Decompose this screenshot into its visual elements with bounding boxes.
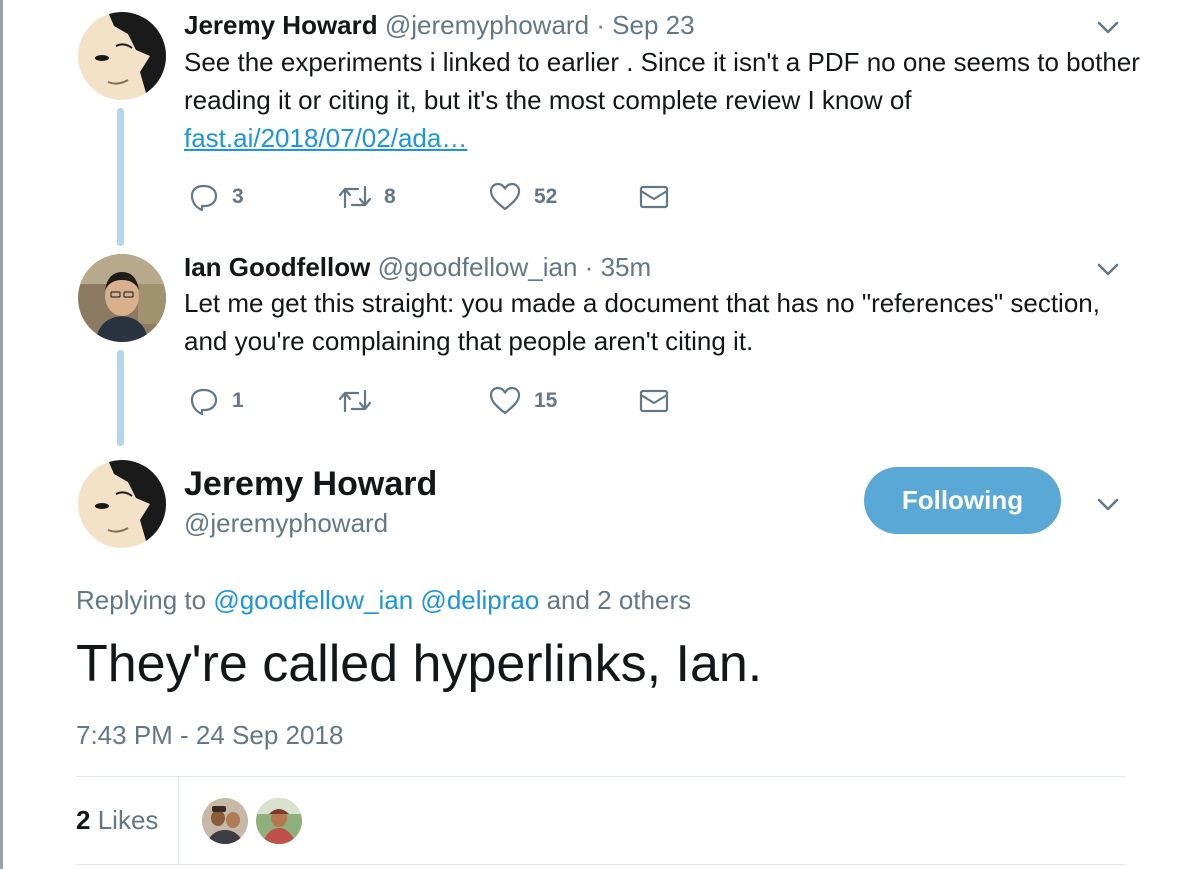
reply-icon	[190, 388, 218, 416]
tweet-text: Let me get this straight: you made a doc…	[184, 284, 1144, 360]
author-name[interactable]: Jeremy Howard	[184, 10, 378, 40]
main-tweet-text: They're called hyperlinks, Ian.	[76, 635, 763, 693]
main-author-name[interactable]: Jeremy Howard	[184, 465, 437, 504]
likes-label: Likes	[97, 805, 159, 835]
author-name[interactable]: Ian Goodfellow	[184, 252, 370, 282]
tweet-timestamp[interactable]: 7:43 PM - 24 Sep 2018	[76, 720, 343, 751]
tweet-actions: 3 8 52	[188, 180, 688, 214]
retweet-button[interactable]: 8	[338, 180, 396, 214]
tweet-actions: 1 15	[188, 384, 688, 418]
author-handle[interactable]: @jeremyphoward	[385, 10, 589, 40]
tweet-link[interactable]: fast.ai/2018/07/02/ada…	[184, 123, 467, 153]
reply-count: 3	[232, 185, 244, 208]
thread-connector	[117, 350, 124, 446]
retweet-icon	[338, 185, 372, 209]
avatar[interactable]	[78, 460, 166, 548]
mention-link[interactable]: @goodfellow_ian	[213, 585, 413, 615]
likes-count: 2	[76, 805, 91, 835]
divider	[178, 777, 179, 863]
tweet-body: See the experiments i linked to earlier …	[184, 47, 1140, 115]
tweet-body: Let me get this straight: you made a doc…	[184, 288, 1100, 356]
reply-button[interactable]: 3	[188, 180, 244, 214]
tweet-time[interactable]: 35m	[601, 252, 652, 282]
like-button[interactable]: 15	[488, 384, 557, 418]
author-handle[interactable]: @goodfellow_ian	[378, 252, 578, 282]
chevron-down-icon[interactable]	[1096, 20, 1120, 36]
following-button[interactable]: Following	[864, 467, 1061, 534]
like-button[interactable]: 52	[488, 180, 557, 214]
retweet-count: 8	[384, 185, 396, 208]
tweet-text: See the experiments i linked to earlier …	[184, 43, 1144, 157]
liker-avatar[interactable]	[202, 798, 248, 844]
envelope-icon	[639, 389, 669, 413]
replying-prefix: Replying to	[76, 585, 207, 615]
avatar[interactable]	[78, 12, 166, 100]
reply-button[interactable]: 1	[188, 384, 244, 418]
likes-stat[interactable]: 2 Likes	[76, 805, 158, 836]
replying-to: Replying to @goodfellow_ian @deliprao an…	[76, 585, 691, 616]
liker-avatar[interactable]	[256, 798, 302, 844]
window-left-border	[0, 0, 3, 869]
envelope-icon	[639, 185, 669, 209]
avatar[interactable]	[78, 254, 166, 342]
heart-icon	[489, 386, 521, 415]
mention-link[interactable]: @deliprao	[420, 585, 539, 615]
header-separator: ·	[589, 10, 613, 40]
header-separator: ·	[577, 252, 601, 282]
tweet-time[interactable]: Sep 23	[612, 10, 694, 40]
like-count: 15	[534, 389, 558, 412]
main-author-handle[interactable]: @jeremyphoward	[184, 508, 388, 539]
thread-connector	[117, 108, 124, 246]
replying-others-link[interactable]: and 2 others	[547, 585, 692, 615]
chevron-down-icon[interactable]	[1096, 262, 1120, 278]
chevron-down-icon[interactable]	[1096, 497, 1120, 513]
retweet-button[interactable]	[338, 384, 384, 418]
divider	[76, 776, 1126, 777]
tweet-header: Ian Goodfellow @goodfellow_ian · 35m	[184, 252, 651, 282]
dm-button[interactable]	[638, 180, 670, 214]
divider	[76, 864, 1126, 865]
like-count: 52	[534, 185, 558, 208]
heart-icon	[489, 182, 521, 211]
reply-count: 1	[232, 389, 244, 412]
dm-button[interactable]	[638, 384, 670, 418]
tweet-header: Jeremy Howard @jeremyphoward · Sep 23	[184, 10, 695, 40]
reply-icon	[190, 184, 218, 212]
retweet-icon	[338, 389, 372, 413]
